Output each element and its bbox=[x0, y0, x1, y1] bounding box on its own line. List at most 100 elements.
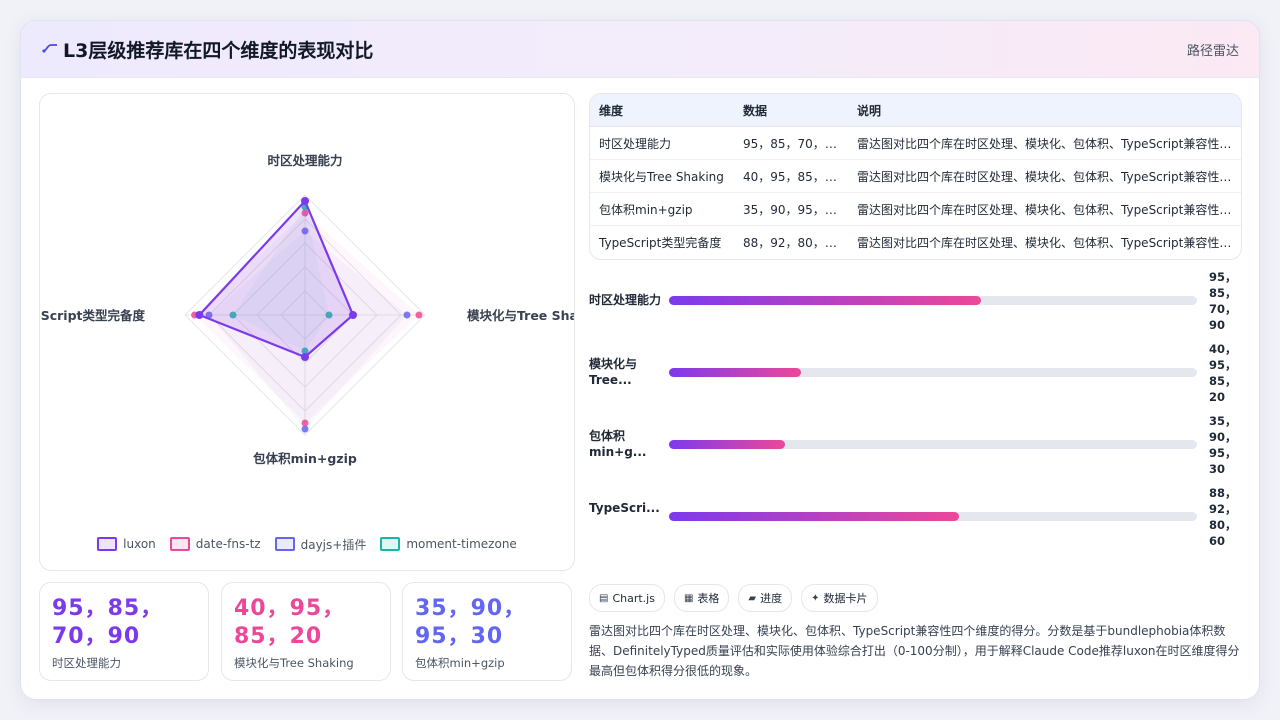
table-row: 包体积min+gzip 35，90，95，30 雷达图对比四个库在时区处理、模块… bbox=[590, 192, 1241, 226]
radar-axis-label: 包体积min+gzip bbox=[252, 451, 357, 466]
radar-point bbox=[301, 353, 309, 361]
progress-row: 包体积min+g... 35， 90， 95， 30 bbox=[589, 413, 1240, 477]
table-header-cell: 说明 bbox=[848, 94, 1241, 127]
table-cell-note: 雷达图对比四个库在时区处理、模块化、包体积、TypeScript兼容性四个维度的… bbox=[848, 159, 1241, 193]
progress-row: TypeScri... 88， 92， 80， 60 bbox=[589, 486, 1240, 548]
legend-item[interactable]: luxon bbox=[97, 537, 156, 551]
chip-chartjs[interactable]: ▤ Chart.js bbox=[589, 584, 665, 612]
stat-label: 模块化与Tree Shaking bbox=[234, 656, 354, 670]
stat-card: 95，85，70，90 时区处理能力 bbox=[39, 582, 209, 681]
table-cell-dimension: TypeScript类型完备度 bbox=[599, 235, 722, 250]
table-header-row: 维度 数据 说明 bbox=[590, 94, 1241, 127]
radar-axis-label: 时区处理能力 bbox=[267, 153, 342, 168]
legend-label: dayjs+插件 bbox=[300, 537, 367, 552]
progress-icon: ▰ bbox=[748, 592, 757, 604]
progress-value-part: 88， bbox=[1209, 486, 1237, 500]
stat-value: 35，90，95，30 bbox=[415, 596, 527, 649]
progress-value-part: 60 bbox=[1209, 534, 1226, 548]
radar-chart: 时区处理能力模块化与Tree Shaking 包体积min+gzip TypeScr… bbox=[40, 153, 574, 466]
progress-value-part: 30 bbox=[1209, 462, 1226, 476]
table-cell-note: 雷达图对比四个库在时区处理、模块化、包体积、TypeScript兼容性四个维度的… bbox=[848, 192, 1241, 226]
chip-label: 数据卡片 bbox=[823, 592, 868, 605]
table-row: 模块化与Tree Shaking 40，95，85，20 雷达图对比四个库在时区… bbox=[590, 159, 1241, 193]
legend-swatch bbox=[97, 537, 118, 551]
chip-label: 表格 bbox=[697, 592, 720, 605]
legend-item[interactable]: dayjs+插件 bbox=[274, 536, 367, 553]
progress-row: 模块化与Tree... 40， 95， 85， 20 bbox=[589, 341, 1240, 405]
legend-swatch bbox=[274, 537, 295, 551]
header: L3层级推荐库在四个维度的表现对比 路径雷达 bbox=[21, 21, 1259, 78]
radar-point bbox=[349, 311, 357, 319]
radar-axis-label: TypeScript类型完备度 bbox=[40, 308, 145, 323]
progress-label: 模块化与Tree... bbox=[589, 357, 638, 387]
progress-value-part: 92， bbox=[1209, 502, 1237, 516]
legend-item[interactable]: moment-timezone bbox=[380, 537, 517, 551]
radar-point bbox=[195, 311, 204, 319]
chart-icon: ▤ bbox=[599, 592, 609, 604]
progress-value-part: 80， bbox=[1209, 518, 1237, 532]
chip-table[interactable]: ▦ 表格 bbox=[673, 584, 730, 612]
sparkle-icon: ✦ bbox=[811, 592, 820, 604]
stat-label: 包体积min+gzip bbox=[415, 656, 505, 670]
data-table: 维度 数据 说明 时区处理能力 95，85，70，90 雷达图对比四个库在时区处… bbox=[589, 93, 1242, 260]
progress-value-part: 20 bbox=[1209, 390, 1226, 404]
stat-value: 95，85，70，90 bbox=[52, 596, 164, 649]
table-row: 时区处理能力 95，85，70，90 雷达图对比四个库在时区处理、模块化、包体积… bbox=[590, 126, 1241, 160]
stat-value: 40，95，85，20 bbox=[234, 596, 346, 649]
progress-track bbox=[669, 440, 1197, 449]
radar-chart-panel: 时区处理能力模块化与Tree Shaking 包体积min+gzip TypeScr… bbox=[39, 93, 575, 571]
table-header-cell: 数据 bbox=[734, 94, 848, 127]
stat-label: 时区处理能力 bbox=[52, 656, 121, 670]
progress-row: 时区处理能力 95， 85， 70， 90 bbox=[589, 269, 1240, 333]
legend-swatch bbox=[169, 537, 190, 551]
table-cell-data: 35，90，95，30 bbox=[734, 192, 848, 226]
legend-item[interactable]: date-fns-tz bbox=[169, 537, 261, 551]
progress-label: TypeScri... bbox=[589, 501, 660, 515]
progress-value: 35， 90， 95， 30 bbox=[1209, 413, 1239, 477]
chart-legend: luxon date-fns-tz dayjs+插件 moment-timezone bbox=[40, 534, 574, 554]
chip-progress[interactable]: ▰ 进度 bbox=[738, 584, 793, 612]
page-title: L3层级推荐库在四个维度的表现对比 bbox=[63, 40, 374, 62]
progress-label: 包体积min+g... bbox=[589, 429, 647, 459]
progress-fill bbox=[669, 440, 786, 449]
chart-type-label: 路径雷达 bbox=[1186, 44, 1239, 59]
table-cell-dimension: 包体积min+gzip bbox=[590, 192, 734, 226]
table-header-cell: 维度 bbox=[590, 94, 734, 127]
legend-swatch bbox=[380, 537, 401, 551]
progress-value-part: 95， bbox=[1209, 358, 1237, 372]
radar-axis-label: 模块化与Tree Shaking bbox=[467, 308, 574, 323]
progress-value-part: 35， bbox=[1209, 414, 1237, 428]
progress-value-part: 95， bbox=[1209, 270, 1237, 284]
legend-label: moment-timezone bbox=[406, 537, 517, 551]
progress-value-part: 85， bbox=[1209, 374, 1237, 388]
legend-label: luxon bbox=[123, 537, 156, 551]
progress-value: 40， 95， 85， 20 bbox=[1209, 341, 1239, 405]
progress-fill bbox=[669, 512, 960, 521]
main-card: L3层级推荐库在四个维度的表现对比 路径雷达 时区处理能力 模块化与Tree Sh… bbox=[20, 20, 1260, 700]
progress-value-part: 85， bbox=[1209, 286, 1237, 300]
view-chips: ▤ Chart.js ▦ 表格 ▰ 进度 ✦ 数据卡片 bbox=[589, 584, 878, 612]
table-icon: ▦ bbox=[683, 592, 694, 604]
progress-value-part: 70， bbox=[1209, 302, 1237, 316]
progress-value: 95， 85， 70， 90 bbox=[1209, 269, 1239, 333]
progress-track bbox=[669, 296, 1197, 305]
chart-description: 雷达图对比四个库在时区处理、模块化、包体积、TypeScript兼容性四个维度的… bbox=[589, 624, 1240, 678]
progress-value-part: 40， bbox=[1209, 342, 1237, 356]
stat-card: 40，95，85，20 模块化与Tree Shaking bbox=[221, 582, 391, 681]
radar-point bbox=[301, 425, 309, 433]
table-cell-data: 88，92，80，60 bbox=[743, 235, 841, 250]
stat-card: 35，90，95，30 包体积min+gzip bbox=[402, 582, 572, 681]
progress-label: 时区处理能力 bbox=[589, 293, 662, 307]
progress-value-part: 90， bbox=[1209, 430, 1237, 444]
table-cell-note: 雷达图对比四个库在时区处理、模块化、包体积、TypeScript兼容性四个维度的… bbox=[848, 126, 1241, 160]
chip-cards[interactable]: ✦ 数据卡片 bbox=[801, 584, 878, 612]
table-cell-dimension: 时区处理能力 bbox=[590, 126, 734, 160]
progress-value-part: 95， bbox=[1209, 446, 1237, 460]
table-row: TypeScript类型完备度 88，92，80，60 雷达图对比四个库在时区处… bbox=[590, 226, 1241, 259]
progress-track bbox=[669, 512, 1197, 521]
radar-point bbox=[415, 311, 423, 319]
table-cell-dimension: 模块化与Tree Shaking bbox=[590, 159, 734, 193]
table-cell-data: 95，85，70，90 bbox=[734, 126, 848, 160]
route-icon bbox=[42, 44, 57, 53]
chip-label: Chart.js bbox=[612, 591, 655, 605]
